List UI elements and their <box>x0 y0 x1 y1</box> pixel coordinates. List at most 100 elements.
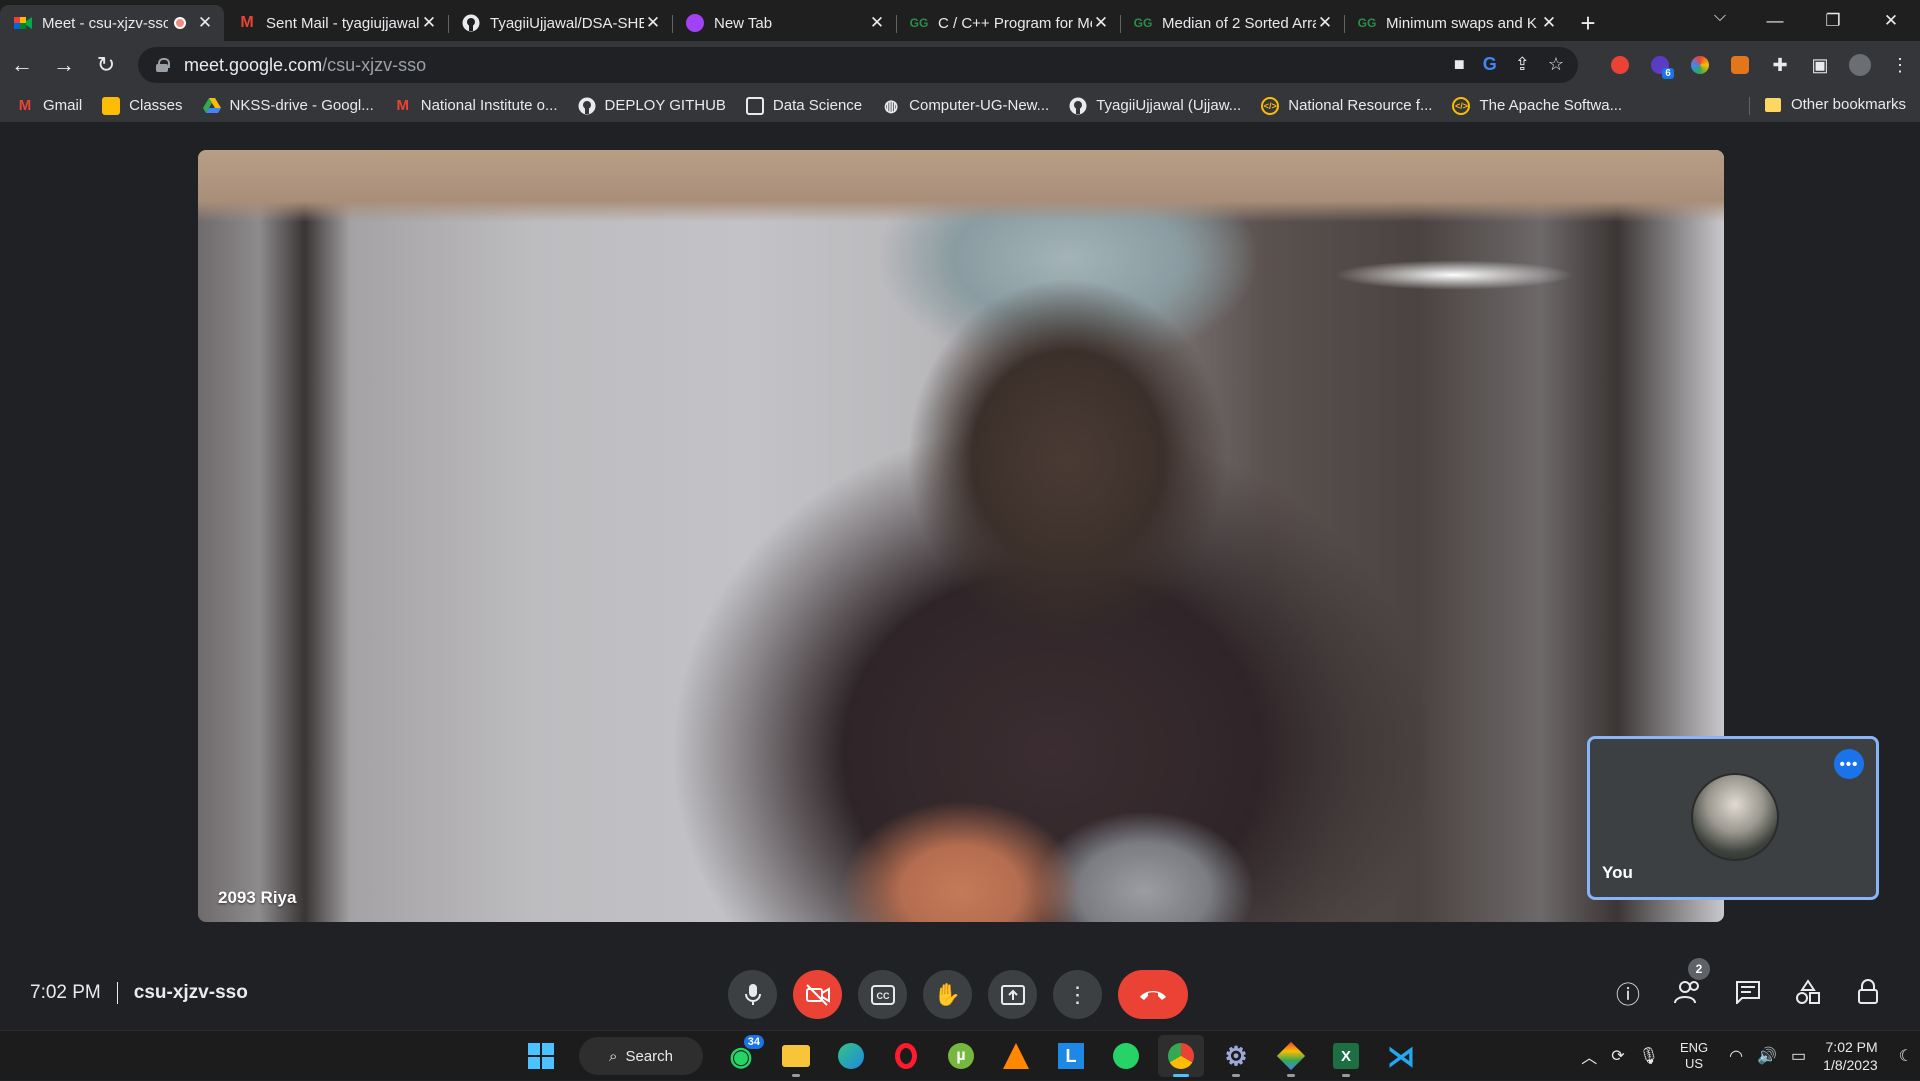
share-icon[interactable]: ⇪ <box>1515 54 1530 75</box>
close-tab-icon[interactable]: ✕ <box>1540 13 1558 33</box>
new-tab-icon <box>686 14 704 32</box>
lang-bottom: US <box>1685 1056 1704 1071</box>
activities-icon[interactable] <box>1792 976 1824 1008</box>
extensions-puzzle-icon[interactable]: ✚ <box>1760 47 1800 83</box>
taskbar-l-app[interactable]: L <box>1048 1035 1094 1077</box>
taskbar-file-explorer[interactable] <box>773 1035 819 1077</box>
github-icon <box>1069 97 1087 115</box>
mic-in-use-icon[interactable]: 🎙 <box>1639 1046 1659 1066</box>
bookmark-computer-ug[interactable]: ◍ Computer-UG-New... <box>882 97 1049 115</box>
taskbar-utorrent[interactable]: µ <box>938 1035 984 1077</box>
forward-icon[interactable]: → <box>44 45 84 85</box>
clock[interactable]: 7:02 PM 1/8/2023 <box>1823 1038 1878 1074</box>
captions-button[interactable]: CC <box>858 970 907 1019</box>
bookmark-tyagiiujjawal[interactable]: TyagiiUjjawal (Ujjaw... <box>1069 97 1241 115</box>
extension-purple-icon[interactable]: 6 <box>1640 47 1680 83</box>
chat-icon[interactable] <box>1732 976 1764 1008</box>
bookmark-deploy-github[interactable]: DEPLOY GITHUB <box>578 97 726 115</box>
taskbar-edge[interactable] <box>828 1035 874 1077</box>
more-options-icon[interactable]: ••• <box>1834 749 1864 779</box>
bookmark-label: Gmail <box>43 97 83 114</box>
taskbar-vlc[interactable] <box>993 1035 1039 1077</box>
taskbar-search[interactable]: ⌕ Search <box>579 1037 703 1075</box>
wifi-icon[interactable]: ◠ <box>1729 1046 1743 1066</box>
restore-icon[interactable]: ❐ <box>1804 0 1862 41</box>
metamask-icon[interactable] <box>1720 47 1760 83</box>
taskbar-vscode[interactable]: ⋊ <box>1378 1035 1424 1077</box>
minimize-icon[interactable]: — <box>1746 0 1804 41</box>
camera-off-button[interactable] <box>793 970 842 1019</box>
chrome-icon <box>1168 1043 1194 1069</box>
present-screen-button[interactable] <box>988 970 1037 1019</box>
extension-red-icon[interactable] <box>1600 47 1640 83</box>
extension-colorful-icon[interactable] <box>1680 47 1720 83</box>
people-icon[interactable]: 2 <box>1672 958 1710 1008</box>
other-bookmarks[interactable]: Other bookmarks <box>1764 96 1906 113</box>
close-tab-icon[interactable]: ✕ <box>196 13 214 33</box>
leave-call-button[interactable] <box>1118 970 1188 1019</box>
language-indicator[interactable]: ENG US <box>1680 1040 1708 1072</box>
self-view-tile[interactable]: You ••• <box>1587 736 1879 900</box>
profile-avatar[interactable] <box>1840 47 1880 83</box>
menu-kebab-icon[interactable]: ⋮ <box>1880 47 1920 83</box>
lock-icon[interactable] <box>156 58 170 72</box>
start-button[interactable] <box>518 1035 564 1077</box>
bookmark-national-resource[interactable]: </> National Resource f... <box>1261 96 1433 115</box>
github-icon <box>462 14 480 32</box>
taskbar-excel[interactable]: X <box>1323 1035 1369 1077</box>
google-lens-icon[interactable]: G <box>1483 54 1497 75</box>
bookmark-drive[interactable]: NKSS-drive - Googl... <box>202 97 374 115</box>
close-tab-icon[interactable]: ✕ <box>420 13 438 33</box>
tab-github[interactable]: TyagiiUjjawal/DSA-SHEET ✕ <box>448 5 672 41</box>
camera-in-use-icon[interactable]: ■ <box>1454 54 1465 75</box>
focus-moon-icon[interactable]: ☾ <box>1899 1046 1913 1066</box>
close-tab-icon[interactable]: ✕ <box>1316 13 1334 33</box>
hang-up-icon <box>1140 990 1166 1000</box>
taskbar-git[interactable] <box>1268 1035 1314 1077</box>
tab-gmail[interactable]: M Sent Mail - tyagiujjawal ✕ <box>224 5 448 41</box>
volume-icon[interactable]: 🔊 <box>1757 1046 1777 1066</box>
bookmark-classes[interactable]: Classes <box>102 96 183 115</box>
whatsapp-badge: 34 <box>743 1035 764 1049</box>
reload-icon[interactable]: ↻ <box>86 45 126 85</box>
tab-search-chevron-icon[interactable]: ⌵ <box>1714 8 1726 26</box>
bookmark-label: National Resource f... <box>1288 97 1433 114</box>
more-options-button[interactable]: ⋮ <box>1053 970 1102 1019</box>
sync-icon[interactable]: ⟳ <box>1611 1046 1624 1066</box>
tab-gfg-program[interactable]: GG C / C++ Program for Median ✕ <box>896 5 1120 41</box>
raise-hand-button[interactable]: ✋ <box>923 970 972 1019</box>
tab-meet[interactable]: Meet - csu-xjzv-sso ✕ <box>0 5 224 41</box>
close-window-icon[interactable]: ✕ <box>1862 0 1920 41</box>
address-bar[interactable]: meet.google.com/csu-xjzv-sso ■ G ⇪ ☆ <box>138 47 1578 83</box>
bookmark-star-icon[interactable]: ☆ <box>1548 54 1564 75</box>
tab-gfg-median[interactable]: GG Median of 2 Sorted Arrays ✕ <box>1120 5 1344 41</box>
close-tab-icon[interactable]: ✕ <box>868 13 886 33</box>
bookmark-data-science[interactable]: Data Science <box>745 96 862 115</box>
host-controls-lock-icon[interactable] <box>1852 976 1884 1008</box>
taskbar-settings[interactable]: ⚙ <box>1213 1035 1259 1077</box>
taskbar-whatsapp-desktop[interactable] <box>1103 1035 1149 1077</box>
taskbar-whatsapp[interactable]: ◉ 34 <box>718 1035 764 1077</box>
bookmark-gmail[interactable]: M Gmail <box>16 97 82 115</box>
bookmark-national-institute[interactable]: M National Institute o... <box>394 97 558 115</box>
microphone-button[interactable] <box>728 970 777 1019</box>
battery-icon[interactable]: ▭ <box>1791 1046 1806 1066</box>
close-tab-icon[interactable]: ✕ <box>644 13 662 33</box>
back-icon[interactable]: ← <box>2 45 42 85</box>
meeting-details-icon[interactable]: ⓘ <box>1612 976 1644 1009</box>
meeting-info: 7:02 PM csu-xjzv-sso <box>30 982 248 1004</box>
tab-new-tab[interactable]: New Tab ✕ <box>672 5 896 41</box>
participant-video[interactable]: 2093 Riya <box>198 150 1724 922</box>
tab-gfg-swaps[interactable]: GG Minimum swaps and K together ✕ <box>1344 5 1568 41</box>
tray-overflow-chevron-icon[interactable]: ︿ <box>1581 1044 1597 1068</box>
bookmark-label: NKSS-drive - Googl... <box>229 97 374 114</box>
settings-gear-icon: ⚙ <box>1224 1040 1248 1071</box>
extension-badge: 6 <box>1662 67 1674 79</box>
close-tab-icon[interactable]: ✕ <box>1092 13 1110 33</box>
taskbar-chrome[interactable] <box>1158 1035 1204 1077</box>
new-tab-button[interactable]: + <box>1568 5 1608 41</box>
taskbar-opera[interactable] <box>883 1035 929 1077</box>
bookmark-apache[interactable]: </> The Apache Softwa... <box>1452 96 1622 115</box>
present-icon <box>1000 984 1025 1005</box>
side-panel-icon[interactable]: ▣ <box>1800 47 1840 83</box>
